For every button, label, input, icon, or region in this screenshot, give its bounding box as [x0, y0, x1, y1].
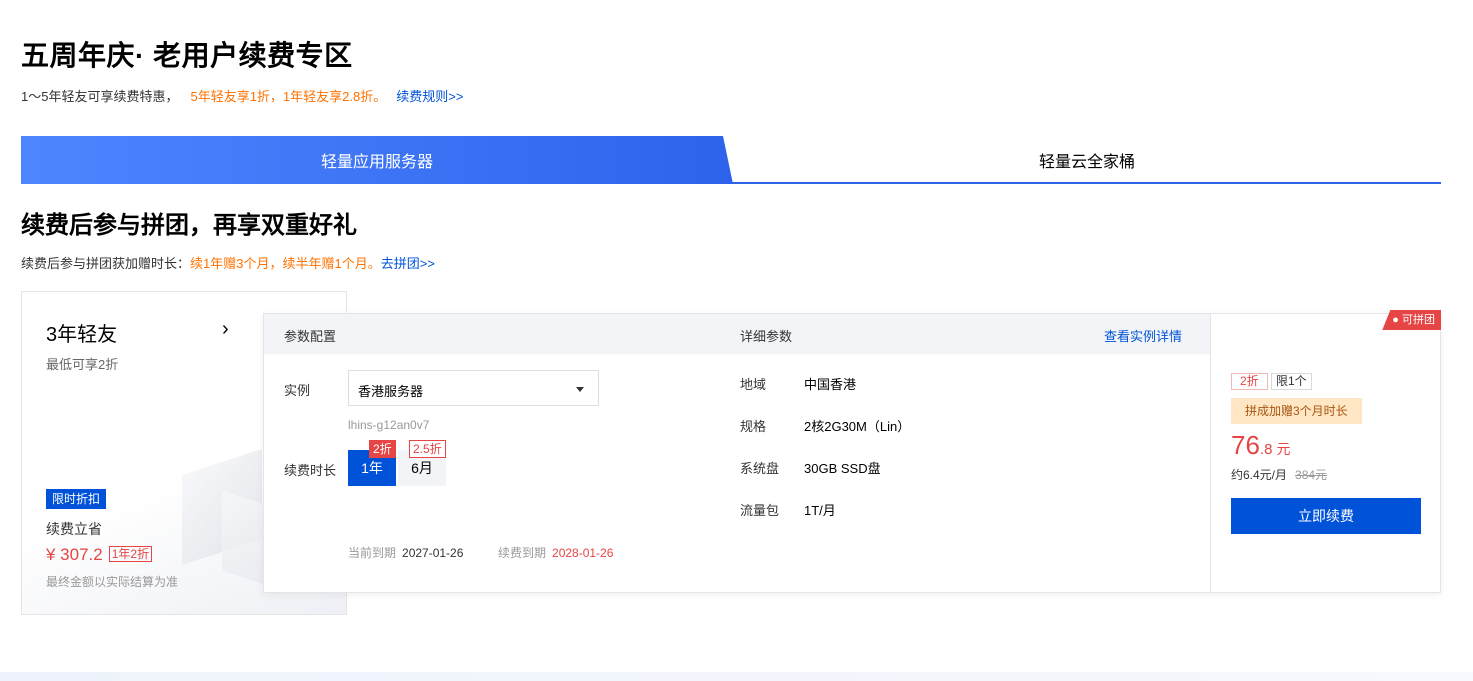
users-icon: ● — [1392, 314, 1399, 326]
config-header-label: 参数配置 — [284, 329, 337, 344]
original-price: 384元 — [1295, 468, 1328, 482]
section-title: 续费后参与拼团，再享双重好礼 — [21, 212, 357, 239]
price-integer: 76 — [1231, 430, 1260, 460]
tier-subtitle: 最低可享2折 — [46, 357, 119, 372]
renewal-config-card: 参数配置 详细参数 查看实例详情 实例 香港服务器 lhins-g12an0v7… — [263, 310, 1441, 593]
spec-region-key: 地域 — [740, 377, 767, 392]
renew-expiry-date: 2028-01-26 — [552, 546, 614, 560]
caret-down-icon — [576, 387, 584, 392]
spec-traffic-value: 1T/月 — [804, 503, 836, 518]
renew-now-button[interactable]: 立即续费 — [1231, 498, 1421, 534]
discount-badge-6-month: 2.5折 — [409, 440, 446, 458]
promo-description: 1～5年轻友可享续费特惠， 5年轻友享1折，1年轻友享2.8折。 续费规则>> — [21, 86, 463, 105]
promo-highlight: 5年轻友享1折，1年轻友享2.8折。 — [190, 89, 387, 104]
instance-select-value: 香港服务器 — [358, 384, 424, 399]
spec-size-key: 规格 — [740, 419, 767, 434]
details-header-label: 详细参数 — [740, 329, 793, 344]
promo-text: 1～5年轻友可享续费特惠， — [21, 89, 179, 104]
monthly-price: 约6.4元/月 384元 — [1231, 466, 1327, 483]
limit-tag: 限1个 — [1271, 373, 1312, 390]
section-highlight: 续1年赠3个月，续半年赠1个月。 — [190, 256, 381, 271]
monthly-price-value: 约6.4元/月 — [1231, 468, 1288, 482]
current-expiry: 当前到期 2027-01-26 — [348, 544, 463, 561]
spec-region-value: 中国香港 — [804, 377, 857, 392]
tier-title: 3年轻友 — [46, 324, 118, 346]
instance-label: 实例 — [284, 383, 311, 398]
chevron-right-icon[interactable]: › — [222, 318, 229, 341]
group-buy-tag: ● 可拼团 — [1382, 310, 1441, 330]
tab-lighthouse-bundle[interactable]: 轻量云全家桶 — [733, 136, 1441, 184]
spec-disk-value: 30GB SSD盘 — [804, 461, 881, 476]
discount-badge-1-year: 2折 — [369, 440, 396, 458]
product-tabs: 轻量应用服务器 轻量云全家桶 — [21, 136, 1441, 184]
group-buy-link[interactable]: 去拼团>> — [381, 256, 435, 271]
group-buy-tag-label: 可拼团 — [1402, 314, 1435, 326]
discount-tag: 2折 — [1231, 373, 1268, 390]
limited-discount-badge: 限时折扣 — [46, 489, 107, 509]
price-panel: ● 可拼团 2折 限1个 拼成加赠3个月时长 76.8 元 约6.4元/月 384元… — [1210, 310, 1441, 592]
save-price-tag: 1年2折 — [108, 546, 153, 562]
gift-banner: 拼成加赠3个月时长 — [1231, 398, 1362, 424]
save-amount: ¥ 307.2 1年2折 — [46, 545, 153, 565]
save-label: 续费立省 — [46, 521, 102, 537]
current-expiry-date: 2027-01-26 — [402, 546, 464, 560]
section-description: 续费后参与拼团获加赠时长：续1年赠3个月，续半年赠1个月。去拼团>> — [21, 253, 435, 272]
settlement-note: 最终金额以实际结算为准 — [46, 575, 179, 589]
page-title: 五周年庆· 老用户续费专区 — [21, 40, 353, 71]
tab-lighthouse-server[interactable]: 轻量应用服务器 — [21, 136, 733, 184]
renew-expiry: 续费到期 2028-01-26 — [498, 544, 613, 561]
bottom-banner-edge — [0, 672, 1473, 681]
spec-traffic-key: 流量包 — [740, 503, 780, 518]
view-instance-details-link[interactable]: 查看实例详情 — [1104, 326, 1182, 345]
save-price: ¥ 307.2 — [46, 545, 103, 564]
section-text: 续费后参与拼团获加赠时长： — [21, 256, 191, 271]
spec-disk-key: 系统盘 — [740, 461, 780, 476]
spec-size-value: 2核2G30M（Lin） — [804, 419, 911, 434]
price-decimal: .8 — [1259, 441, 1273, 458]
duration-label: 续费时长 — [284, 463, 337, 478]
instance-id: lhins-g12an0v7 — [348, 418, 430, 432]
price-unit: 元 — [1276, 441, 1291, 457]
final-price: 76.8 元 — [1231, 430, 1290, 461]
renewal-rules-link[interactable]: 续费规则>> — [396, 89, 463, 104]
current-expiry-label: 当前到期 — [348, 546, 397, 560]
renew-expiry-label: 续费到期 — [498, 546, 547, 560]
config-header: 参数配置 详细参数 查看实例详情 — [264, 314, 1210, 354]
instance-select[interactable]: 香港服务器 — [348, 370, 599, 406]
